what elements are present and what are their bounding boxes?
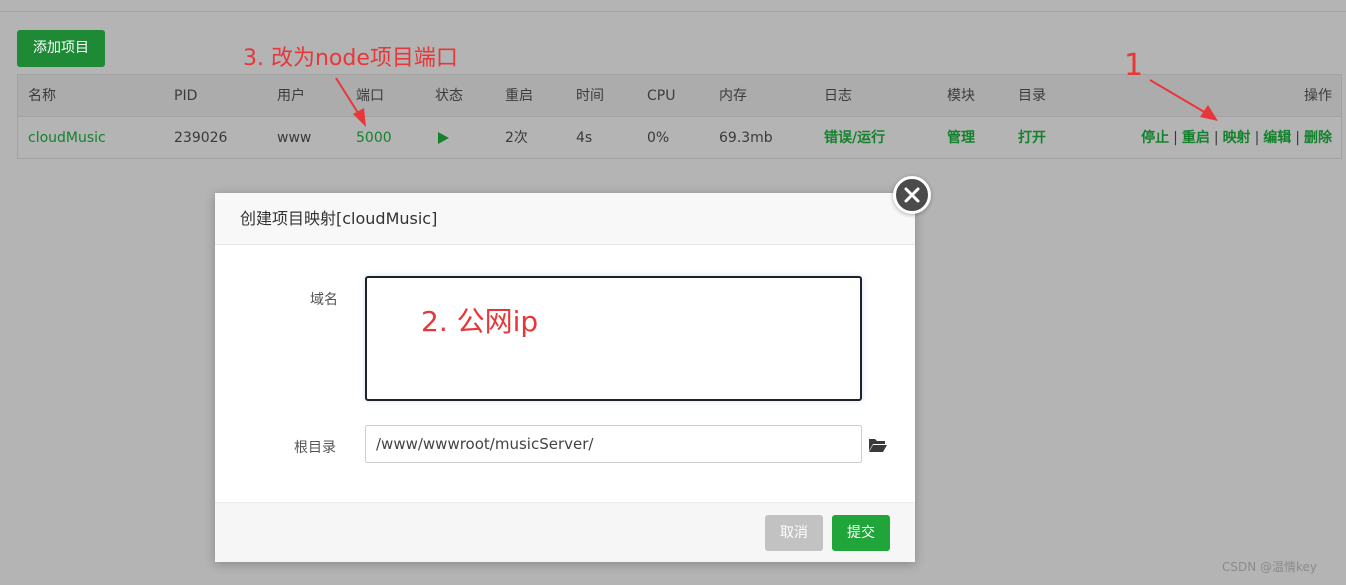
delete-link[interactable]: 删除 bbox=[1304, 130, 1332, 146]
project-name-link[interactable]: cloudMusic bbox=[28, 117, 106, 159]
header-status: 状态 bbox=[435, 88, 463, 104]
header-port: 端口 bbox=[356, 88, 384, 104]
header-user: 用户 bbox=[277, 88, 305, 104]
annotation-step2: 2. 公网ip bbox=[421, 305, 539, 338]
dialog-header: 创建项目映射[cloudMusic] bbox=[215, 193, 915, 245]
action-separator: | bbox=[1213, 130, 1219, 146]
header-memory: 内存 bbox=[719, 88, 747, 104]
header-cpu: CPU bbox=[647, 88, 676, 104]
module-manage-link[interactable]: 管理 bbox=[947, 117, 975, 159]
root-dir-input[interactable]: /www/wwwroot/musicServer/ bbox=[365, 425, 862, 463]
row-actions: 停止 | 重启 | 映射 | 编辑 | 删除 bbox=[1141, 117, 1332, 159]
header-name: 名称 bbox=[28, 88, 56, 104]
add-project-button[interactable]: 添加项目 bbox=[17, 30, 105, 67]
header-directory: 目录 bbox=[1018, 88, 1046, 104]
dialog-footer: 取消 提交 bbox=[215, 502, 915, 562]
open-directory-link[interactable]: 打开 bbox=[1018, 117, 1046, 159]
dialog-close-button[interactable] bbox=[893, 176, 931, 214]
action-separator: | bbox=[1254, 130, 1260, 146]
restart-link[interactable]: 重启 bbox=[1182, 130, 1210, 146]
dialog-title: 创建项目映射[cloudMusic] bbox=[240, 209, 438, 228]
restart-count: 2次 bbox=[505, 130, 528, 146]
header-actions: 操作 bbox=[1304, 88, 1332, 104]
user-value: www bbox=[277, 130, 312, 146]
top-divider bbox=[0, 11, 1346, 12]
stop-link[interactable]: 停止 bbox=[1141, 130, 1169, 146]
domain-label: 域名 bbox=[310, 292, 338, 308]
mapping-link[interactable]: 映射 bbox=[1223, 130, 1251, 146]
create-mapping-dialog: 创建项目映射[cloudMusic] 域名 2. 公网ip 根目录 /www/w… bbox=[215, 193, 915, 562]
annotation-step1: 1 bbox=[1124, 48, 1144, 83]
action-separator: | bbox=[1295, 130, 1300, 146]
annotation-step3: 3. 改为node项目端口 bbox=[243, 46, 458, 71]
project-table: 名称 PID 用户 端口 状态 重启 时间 CPU 内存 日志 模块 目录 操作… bbox=[17, 74, 1342, 159]
root-dir-label: 根目录 bbox=[294, 440, 336, 456]
close-icon bbox=[904, 187, 920, 203]
watermark-text: CSDN @温情key bbox=[1222, 560, 1318, 574]
domain-textarea[interactable]: 2. 公网ip bbox=[365, 276, 862, 401]
cpu-value: 0% bbox=[647, 130, 670, 146]
pid-value: 239026 bbox=[174, 130, 228, 146]
header-restart: 重启 bbox=[505, 88, 533, 104]
action-separator: | bbox=[1173, 130, 1178, 146]
folder-open-icon[interactable] bbox=[868, 437, 888, 453]
memory-value: 69.3mb bbox=[719, 130, 773, 146]
play-icon[interactable] bbox=[438, 132, 449, 144]
time-value: 4s bbox=[576, 130, 593, 146]
table-row: cloudMusic 239026 www 5000 2次 4s 0% 69.3… bbox=[18, 117, 1341, 159]
port-value: 5000 bbox=[356, 130, 392, 146]
log-link[interactable]: 错误/运行 bbox=[824, 117, 885, 159]
submit-button[interactable]: 提交 bbox=[832, 515, 890, 551]
header-pid: PID bbox=[174, 88, 198, 104]
header-time: 时间 bbox=[576, 88, 604, 104]
edit-link[interactable]: 编辑 bbox=[1263, 130, 1291, 146]
header-module: 模块 bbox=[947, 88, 975, 104]
cancel-button[interactable]: 取消 bbox=[765, 515, 823, 551]
header-log: 日志 bbox=[824, 88, 852, 104]
